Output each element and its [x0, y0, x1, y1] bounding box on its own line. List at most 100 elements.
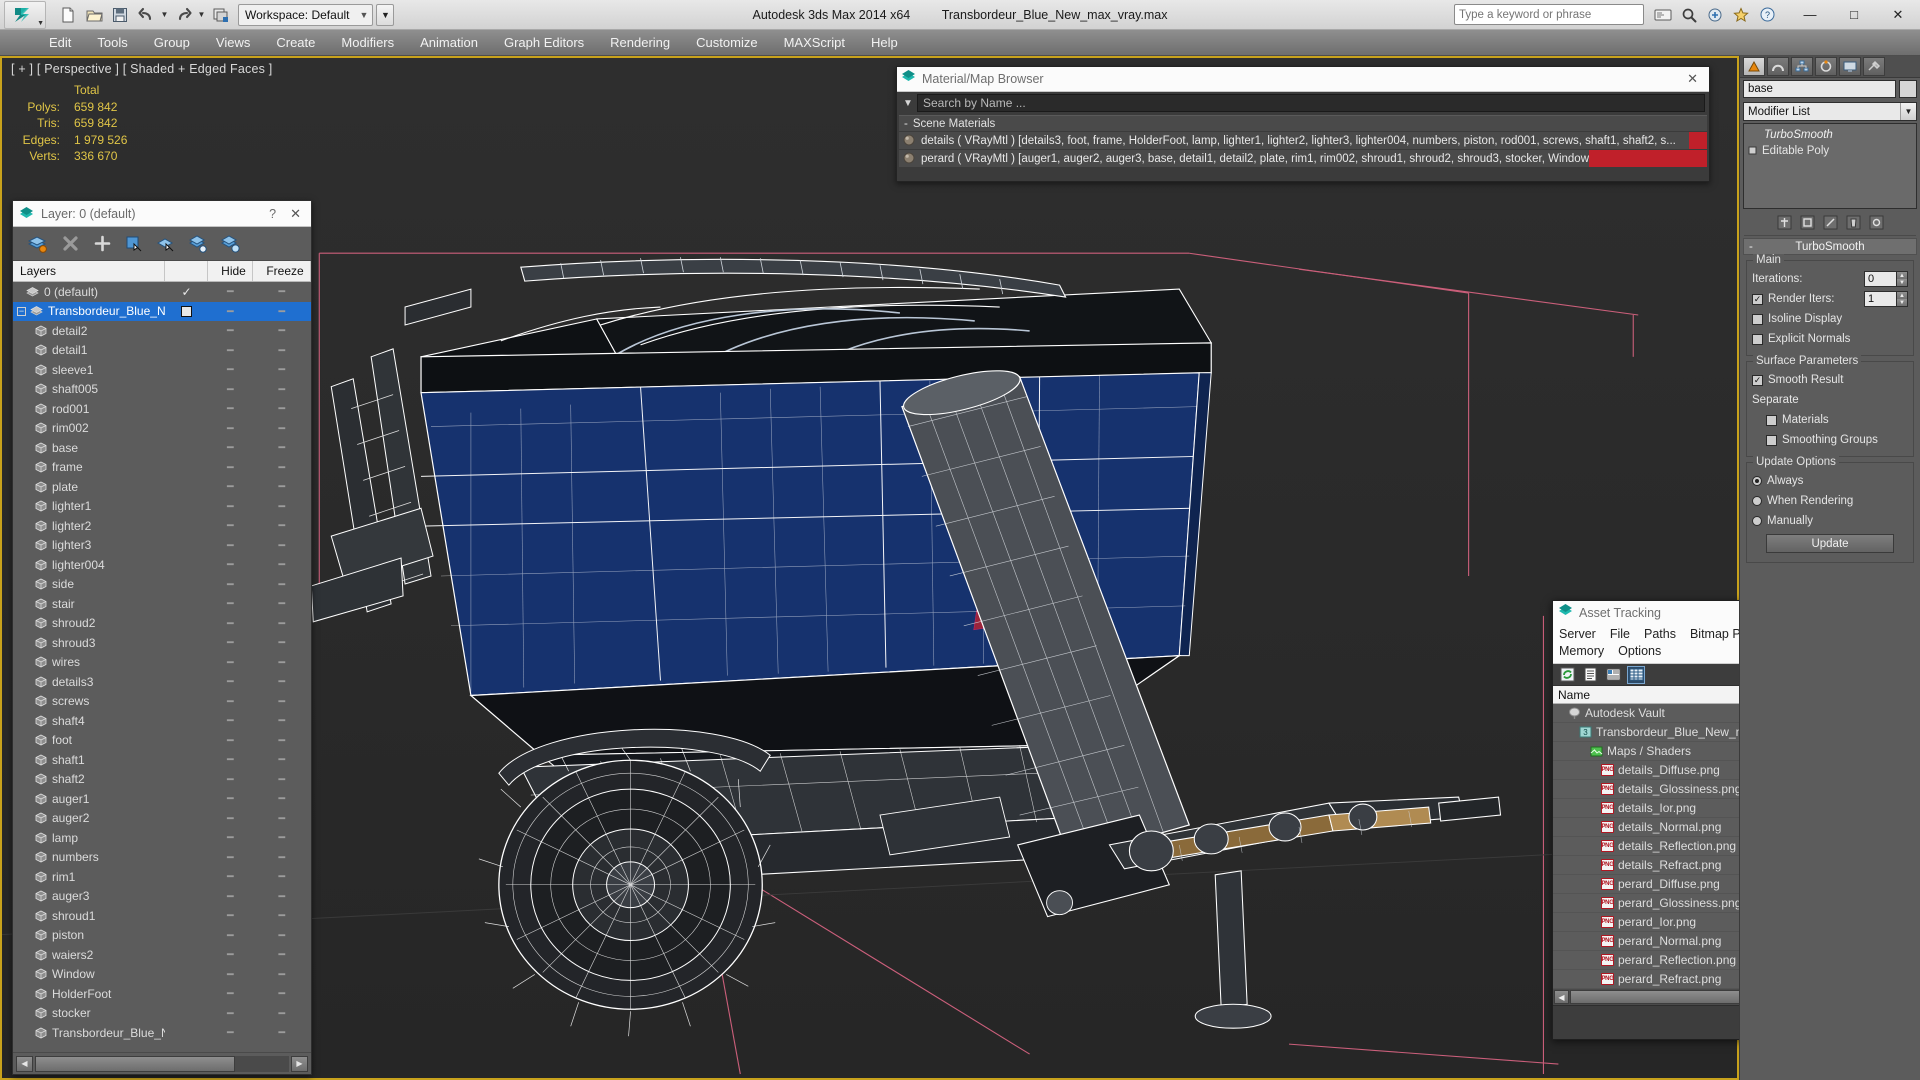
lightbulb-icon[interactable]: [1748, 146, 1758, 156]
layer-row[interactable]: detail2━━: [13, 321, 311, 341]
isoline-display-checkbox[interactable]: [1752, 314, 1763, 325]
object-color-swatch[interactable]: [1899, 80, 1917, 98]
layer-hide-cell[interactable]: ━: [208, 422, 253, 435]
material-row-perard[interactable]: perard ( VRayMtl ) [auger1, auger2, auge…: [899, 150, 1707, 167]
layer-row[interactable]: side━━: [13, 575, 311, 595]
layer-freeze-cell[interactable]: ━: [253, 617, 311, 630]
menu-item-tools[interactable]: Tools: [84, 32, 140, 53]
layer-row[interactable]: lighter1━━: [13, 497, 311, 517]
undo-button[interactable]: [134, 3, 158, 27]
maximize-button[interactable]: □: [1832, 0, 1876, 29]
layer-row[interactable]: sleeve1━━: [13, 360, 311, 380]
layer-freeze-cell[interactable]: ━: [253, 500, 311, 513]
pin-stack-icon[interactable]: [1776, 214, 1793, 231]
layer-hide-cell[interactable]: ━: [208, 344, 253, 357]
layer-freeze-cell[interactable]: ━: [253, 344, 311, 357]
object-name-field[interactable]: base: [1743, 80, 1896, 98]
explicit-normals-checkbox[interactable]: [1752, 334, 1763, 345]
layer-row[interactable]: waiers2━━: [13, 945, 311, 965]
expander-icon[interactable]: −: [17, 307, 26, 316]
layer-hide-cell[interactable]: ━: [208, 773, 253, 786]
layer-hide-cell[interactable]: ━: [208, 695, 253, 708]
hierarchy-tab[interactable]: [1791, 57, 1813, 76]
layer-current-checkbox[interactable]: [181, 306, 192, 317]
render-iters-checkbox[interactable]: ✓: [1752, 294, 1763, 305]
layer-row[interactable]: rim002━━: [13, 419, 311, 439]
layer-hide-cell[interactable]: ━: [208, 617, 253, 630]
layer-row[interactable]: shroud3━━: [13, 633, 311, 653]
layer-freeze-cell[interactable]: ━: [253, 831, 311, 844]
asset-menu-server[interactable]: Server: [1559, 627, 1596, 641]
layer-hide-cell[interactable]: ━: [208, 578, 253, 591]
layer-row[interactable]: −Transbordeur_Blue_New━━: [13, 302, 311, 322]
layer-freeze-cell[interactable]: ━: [253, 812, 311, 825]
layer-row[interactable]: frame━━: [13, 458, 311, 478]
layer-hide-cell[interactable]: ━: [208, 812, 253, 825]
layer-freeze-cell[interactable]: ━: [253, 929, 311, 942]
update-option-radio[interactable]: [1752, 516, 1762, 526]
layer-hide-cell[interactable]: ━: [208, 734, 253, 747]
menu-item-graph-editors[interactable]: Graph Editors: [491, 32, 597, 53]
layer-row[interactable]: HolderFoot━━: [13, 984, 311, 1004]
layer-hide-cell[interactable]: ━: [208, 324, 253, 337]
layer-row[interactable]: auger2━━: [13, 809, 311, 829]
layer-freeze-cell[interactable]: ━: [253, 987, 311, 1000]
render-iters-value[interactable]: 1: [1864, 291, 1897, 307]
layer-freeze-cell[interactable]: ━: [253, 948, 311, 961]
layer-freeze-cell[interactable]: ━: [253, 305, 311, 318]
layer-list[interactable]: 0 (default)✓━━−Transbordeur_Blue_New━━de…: [13, 282, 311, 1052]
asset-menu-file[interactable]: File: [1610, 627, 1630, 641]
render-iters-spinner[interactable]: 1 ▲▼: [1864, 291, 1908, 307]
update-button[interactable]: Update: [1766, 534, 1894, 553]
layer-hide-cell[interactable]: ━: [208, 909, 253, 922]
layer-hide-cell[interactable]: ━: [208, 305, 253, 318]
search-input[interactable]: [1459, 9, 1639, 21]
select-highlighted-objects-icon[interactable]: [155, 233, 177, 255]
layer-freeze-cell[interactable]: ━: [253, 383, 311, 396]
layer-freeze-cell[interactable]: ━: [253, 753, 311, 766]
highlight-selected-objects-layers-icon[interactable]: [187, 233, 209, 255]
layer-hide-cell[interactable]: ━: [208, 675, 253, 688]
layer-row[interactable]: screws━━: [13, 692, 311, 712]
grid-view-icon[interactable]: [1628, 667, 1644, 683]
layer-hide-cell[interactable]: ━: [208, 519, 253, 532]
motion-tab[interactable]: [1815, 57, 1837, 76]
layer-hide-cell[interactable]: ━: [208, 714, 253, 727]
layer-row[interactable]: shroud2━━: [13, 614, 311, 634]
layer-freeze-cell[interactable]: ━: [253, 558, 311, 571]
layer-hide-cell[interactable]: ━: [208, 558, 253, 571]
layer-row[interactable]: Transbordeur_Blue_New━━: [13, 1023, 311, 1043]
redo-button[interactable]: [171, 3, 195, 27]
close-button[interactable]: ✕: [1876, 0, 1920, 29]
mmb-search-input[interactable]: Search by Name ...: [917, 94, 1705, 112]
layer-freeze-cell[interactable]: ━: [253, 734, 311, 747]
layer-hide-cell[interactable]: ━: [208, 500, 253, 513]
menu-item-modifiers[interactable]: Modifiers: [328, 32, 407, 53]
layer-row[interactable]: details3━━: [13, 672, 311, 692]
layer-freeze-cell[interactable]: ━: [253, 636, 311, 649]
layer-row[interactable]: shroud1━━: [13, 906, 311, 926]
layer-freeze-cell[interactable]: ━: [253, 773, 311, 786]
chevron-down-icon[interactable]: ▼: [1900, 103, 1916, 120]
layer-row[interactable]: lamp━━: [13, 828, 311, 848]
layer-hide-cell[interactable]: ━: [208, 597, 253, 610]
select-objects-in-layer-icon[interactable]: [123, 233, 145, 255]
menu-item-create[interactable]: Create: [263, 32, 328, 53]
menu-item-customize[interactable]: Customize: [683, 32, 770, 53]
layer-freeze-cell[interactable]: ━: [253, 909, 311, 922]
modifier-stack-item[interactable]: TurboSmooth: [1746, 127, 1914, 143]
command-panel[interactable]: base Modifier List ▼ TurboSmoothEditable…: [1739, 56, 1920, 1080]
undo-dropdown[interactable]: ▼: [160, 10, 169, 19]
make-unique-icon[interactable]: [1822, 214, 1839, 231]
layer-hide-cell[interactable]: ━: [208, 929, 253, 942]
3dsmax-logo-icon[interactable]: ▼: [4, 1, 46, 29]
layer-row[interactable]: shaft2━━: [13, 770, 311, 790]
layer-hide-cell[interactable]: ━: [208, 870, 253, 883]
layer-freeze-cell[interactable]: ━: [253, 851, 311, 864]
redo-dropdown[interactable]: ▼: [197, 10, 206, 19]
remove-modifier-icon[interactable]: [1845, 214, 1862, 231]
layer-row[interactable]: auger1━━: [13, 789, 311, 809]
layer-current-cell[interactable]: [165, 306, 208, 317]
layer-row[interactable]: lighter004━━: [13, 555, 311, 575]
layer-freeze-cell[interactable]: ━: [253, 480, 311, 493]
